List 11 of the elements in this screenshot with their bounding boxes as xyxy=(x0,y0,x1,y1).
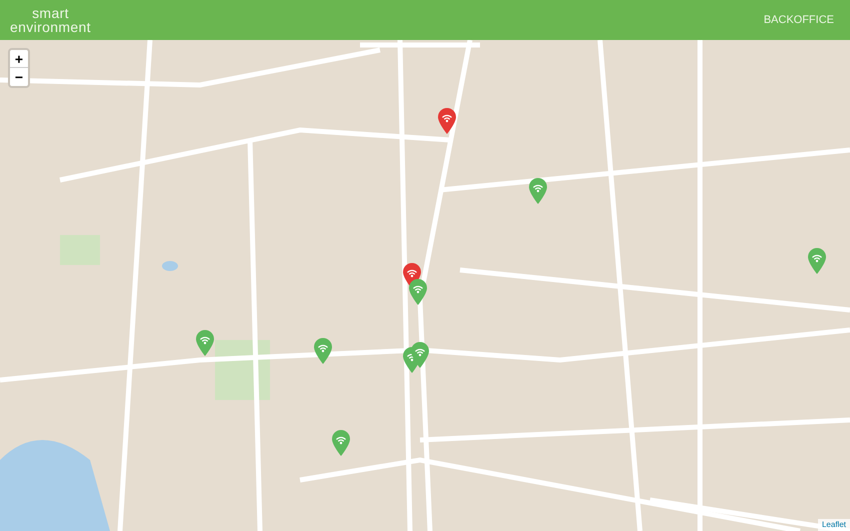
map-pin-icon[interactable] xyxy=(438,108,456,134)
map-pin-icon[interactable] xyxy=(332,430,350,456)
zoom-out-button[interactable]: − xyxy=(10,68,28,86)
attribution-link[interactable]: Leaflet xyxy=(818,519,850,531)
map-pin-icon[interactable] xyxy=(314,338,332,364)
map-pin-icon[interactable] xyxy=(196,330,214,356)
map-pin-icon[interactable] xyxy=(808,248,826,274)
zoom-in-button[interactable]: + xyxy=(10,50,28,68)
map-pin-icon[interactable] xyxy=(411,342,429,368)
map-pin-icon[interactable] xyxy=(529,178,547,204)
map-pin-icon[interactable] xyxy=(409,279,427,305)
